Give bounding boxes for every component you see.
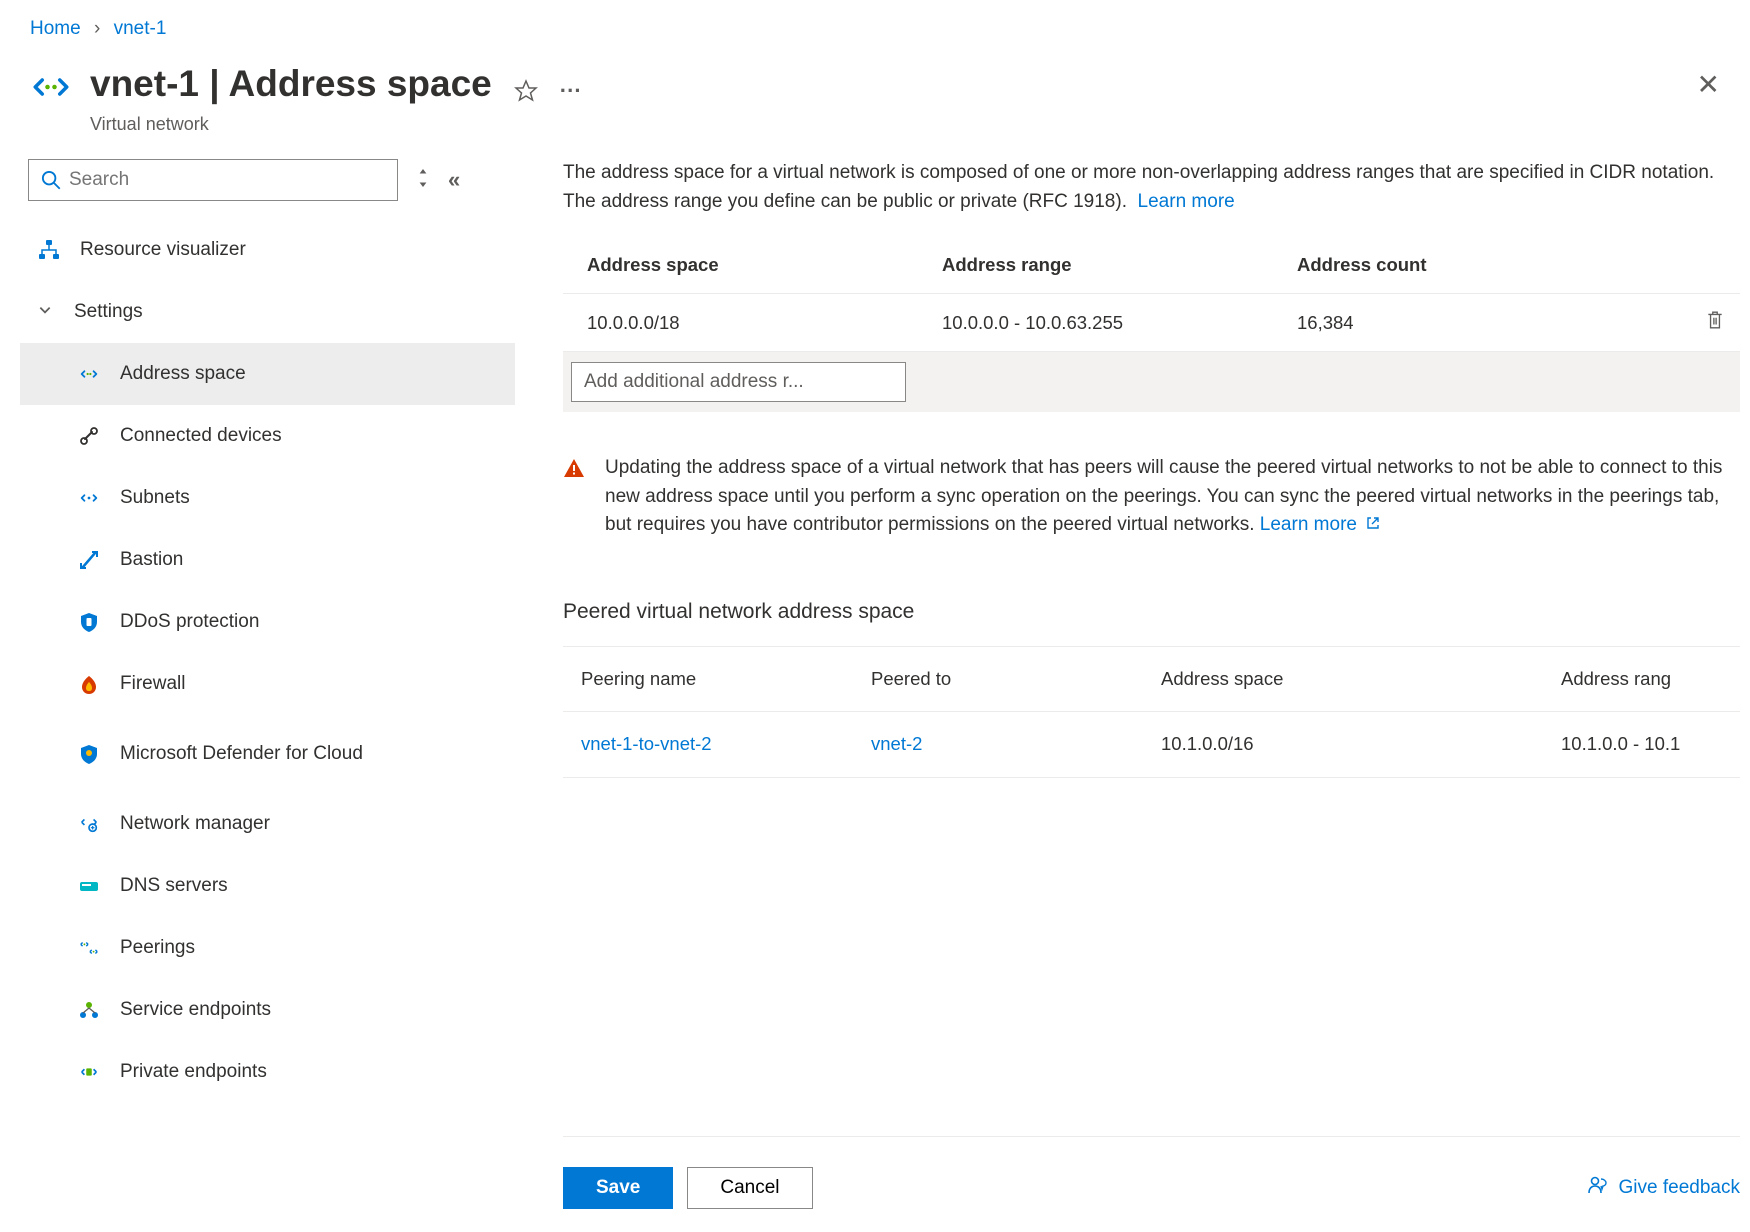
firewall-icon bbox=[78, 673, 100, 695]
private-endpoints-icon bbox=[78, 1061, 100, 1083]
page-title: vnet-1 | Address space bbox=[90, 63, 492, 105]
pcol-header-range: Address rang bbox=[1561, 668, 1740, 690]
pcol-header-name: Peering name bbox=[581, 668, 871, 690]
sidebar-item-resource-visualizer[interactable]: Resource visualizer bbox=[20, 219, 515, 281]
description-text: The address space for a virtual network … bbox=[563, 159, 1740, 216]
sort-icon[interactable] bbox=[416, 169, 430, 192]
save-button[interactable]: Save bbox=[563, 1167, 673, 1209]
sidebar-item-label: DNS servers bbox=[120, 875, 228, 897]
breadcrumb-home[interactable]: Home bbox=[30, 18, 81, 39]
peered-to-link[interactable]: vnet-2 bbox=[871, 733, 922, 754]
warning-text: Updating the address space of a virtual … bbox=[605, 457, 1722, 535]
address-space-table: Address space Address range Address coun… bbox=[563, 236, 1740, 412]
peered-table-header: Peering name Peered to Address space Add… bbox=[563, 646, 1740, 712]
footer: Save Cancel Give feedback bbox=[563, 1136, 1740, 1209]
sidebar-item-label: DDoS protection bbox=[120, 611, 259, 633]
warning-icon bbox=[563, 457, 585, 540]
sidebar-item-network-manager[interactable]: Network manager bbox=[20, 793, 515, 855]
sidebar-item-connected-devices[interactable]: Connected devices bbox=[20, 405, 515, 467]
page-header: vnet-1 | Address space ··· Virtual netwo… bbox=[0, 46, 1750, 159]
subnets-icon bbox=[78, 487, 100, 509]
add-address-placeholder: Add additional address r... bbox=[584, 371, 804, 393]
sidebar-item-label: Network manager bbox=[120, 813, 270, 835]
add-address-input[interactable]: Add additional address r... bbox=[571, 362, 906, 402]
sidebar-item-defender[interactable]: Microsoft Defender for Cloud bbox=[20, 715, 515, 793]
warning-box: Updating the address space of a virtual … bbox=[563, 454, 1740, 540]
sidebar-item-label: Resource visualizer bbox=[80, 239, 246, 261]
sidebar-item-label: Firewall bbox=[120, 673, 185, 695]
dns-icon bbox=[78, 875, 100, 897]
cell-peer-space: 10.1.0.0/16 bbox=[1161, 733, 1561, 755]
sidebar-item-service-endpoints[interactable]: Service endpoints bbox=[20, 979, 515, 1041]
sidebar-item-dns-servers[interactable]: DNS servers bbox=[20, 855, 515, 917]
address-table-row: 10.0.0.0/18 10.0.0.0 - 10.0.63.255 16,38… bbox=[563, 294, 1740, 352]
cell-address-count: 16,384 bbox=[1297, 312, 1690, 334]
search-icon bbox=[41, 170, 61, 190]
sidebar-item-subnets[interactable]: Subnets bbox=[20, 467, 515, 529]
cell-address-range: 10.0.0.0 - 10.0.63.255 bbox=[942, 312, 1297, 334]
sidebar-item-firewall[interactable]: Firewall bbox=[20, 653, 515, 715]
shield-icon bbox=[78, 611, 100, 633]
feedback-icon bbox=[1587, 1174, 1609, 1202]
sidebar-item-ddos[interactable]: DDoS protection bbox=[20, 591, 515, 653]
bastion-icon bbox=[78, 549, 100, 571]
breadcrumb-separator: › bbox=[94, 18, 100, 39]
peered-section-title: Peered virtual network address space bbox=[563, 600, 1740, 624]
search-box[interactable] bbox=[28, 159, 398, 201]
vnet-icon bbox=[30, 66, 72, 108]
add-address-row: Add additional address r... bbox=[563, 352, 1740, 412]
sidebar-item-private-endpoints[interactable]: Private endpoints bbox=[20, 1041, 515, 1103]
delete-icon[interactable] bbox=[1706, 313, 1724, 334]
collapse-icon[interactable]: « bbox=[448, 167, 460, 193]
sidebar-item-address-space[interactable]: Address space bbox=[20, 343, 515, 405]
warning-learn-more-link[interactable]: Learn more bbox=[1260, 514, 1380, 535]
close-icon[interactable]: ✕ bbox=[1697, 68, 1720, 101]
breadcrumb-resource[interactable]: vnet-1 bbox=[114, 18, 167, 39]
chevron-down-icon bbox=[38, 301, 56, 323]
connected-devices-icon bbox=[78, 425, 100, 447]
sidebar-item-label: Connected devices bbox=[120, 425, 282, 447]
sidebar-item-label: Subnets bbox=[120, 487, 190, 509]
warning-learn-more-label: Learn more bbox=[1260, 514, 1357, 535]
col-header-count: Address count bbox=[1297, 254, 1690, 276]
external-link-icon bbox=[1366, 514, 1380, 535]
pcol-header-space: Address space bbox=[1161, 668, 1561, 690]
visualizer-icon bbox=[38, 239, 60, 261]
sidebar-item-label: Address space bbox=[120, 363, 246, 385]
favorite-icon[interactable] bbox=[514, 70, 538, 112]
col-header-range: Address range bbox=[942, 254, 1297, 276]
cancel-button[interactable]: Cancel bbox=[687, 1167, 812, 1209]
feedback-label: Give feedback bbox=[1619, 1177, 1740, 1199]
sidebar-item-label: Private endpoints bbox=[120, 1061, 267, 1083]
sidebar-item-label: Service endpoints bbox=[120, 999, 271, 1021]
address-table-header: Address space Address range Address coun… bbox=[563, 236, 1740, 294]
sidebar-item-bastion[interactable]: Bastion bbox=[20, 529, 515, 591]
network-manager-icon bbox=[78, 813, 100, 835]
search-input[interactable] bbox=[69, 169, 385, 191]
breadcrumb: Home › vnet-1 bbox=[0, 0, 1750, 46]
more-icon[interactable]: ··· bbox=[560, 78, 582, 104]
main-content: The address space for a virtual network … bbox=[515, 159, 1750, 1209]
address-space-icon bbox=[78, 363, 100, 385]
peered-table-row: vnet-1-to-vnet-2 vnet-2 10.1.0.0/16 10.1… bbox=[563, 712, 1740, 778]
sidebar: « Resource visualizer Settings Address s… bbox=[0, 159, 515, 1209]
sidebar-settings-header[interactable]: Settings bbox=[20, 281, 515, 343]
peering-name-link[interactable]: vnet-1-to-vnet-2 bbox=[581, 733, 712, 754]
sidebar-item-label: Bastion bbox=[120, 549, 183, 571]
sidebar-item-peerings[interactable]: Peerings bbox=[20, 917, 515, 979]
peered-table: Peering name Peered to Address space Add… bbox=[563, 646, 1740, 778]
defender-icon bbox=[78, 743, 100, 765]
give-feedback-link[interactable]: Give feedback bbox=[1587, 1174, 1740, 1202]
cell-address-space: 10.0.0.0/18 bbox=[587, 312, 942, 334]
sidebar-item-label: Microsoft Defender for Cloud bbox=[120, 743, 363, 765]
sidebar-item-label: Settings bbox=[74, 301, 143, 323]
peerings-icon bbox=[78, 937, 100, 959]
col-header-space: Address space bbox=[587, 254, 942, 276]
service-endpoints-icon bbox=[78, 999, 100, 1021]
cell-peer-range: 10.1.0.0 - 10.1 bbox=[1561, 733, 1740, 755]
page-subtitle: Virtual network bbox=[90, 114, 1697, 135]
learn-more-link[interactable]: Learn more bbox=[1138, 191, 1235, 212]
sidebar-item-label: Peerings bbox=[120, 937, 195, 959]
pcol-header-to: Peered to bbox=[871, 668, 1161, 690]
